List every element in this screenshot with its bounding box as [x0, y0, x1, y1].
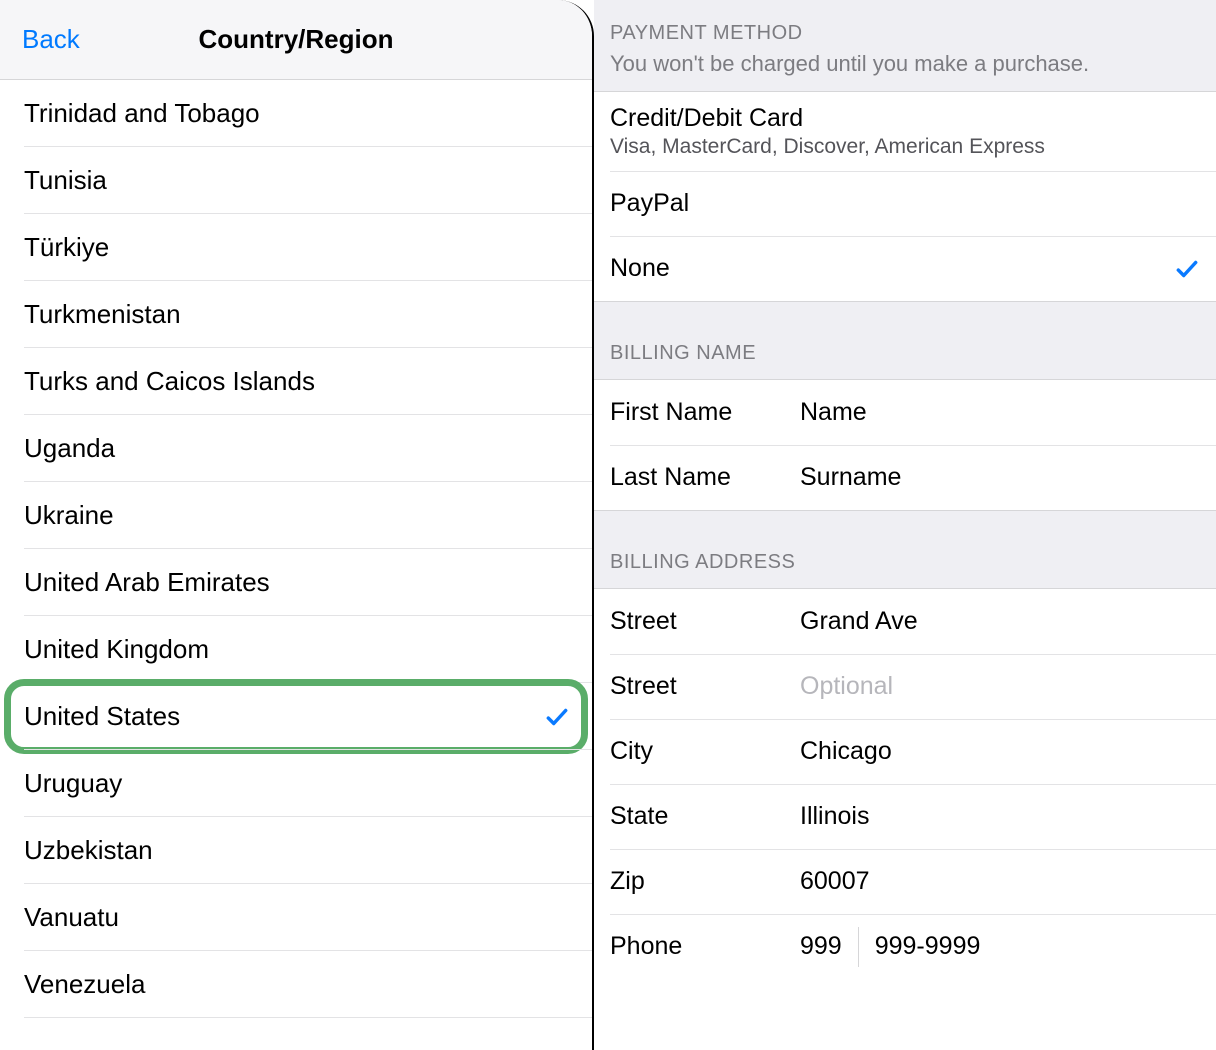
phone-value-wrap: 999 999-9999 — [800, 927, 980, 967]
country-row[interactable]: Venezuela — [0, 951, 592, 1018]
country-label: Venezuela — [24, 969, 145, 1000]
country-row[interactable]: Türkiye — [0, 214, 592, 281]
back-button[interactable]: Back — [22, 24, 80, 55]
country-label: Tunisia — [24, 165, 107, 196]
field-value[interactable]: Illinois — [800, 802, 869, 831]
country-row[interactable]: Uganda — [0, 415, 592, 482]
country-list[interactable]: Trinidad and Tobago Tunisia Türkiye Turkmen… — [0, 80, 592, 1050]
field-label: Last Name — [610, 463, 800, 492]
billing-name-group: First NameNameLast NameSurname — [594, 379, 1216, 511]
check-icon — [1174, 256, 1200, 282]
country-row[interactable]: Vanuatu — [0, 884, 592, 951]
section-title: BILLING ADDRESS — [610, 551, 1200, 574]
field-value[interactable]: Grand Ave — [800, 607, 918, 636]
payment-options-group: Credit/Debit CardVisa, MasterCard, Disco… — [594, 91, 1216, 302]
field-value[interactable]: Chicago — [800, 737, 892, 766]
form-row[interactable]: First NameName — [594, 380, 1216, 445]
billing-pane: PAYMENT METHOD You won't be charged unti… — [594, 0, 1216, 1050]
country-label: Türkiye — [24, 232, 109, 263]
phone-number[interactable]: 999-9999 — [875, 932, 981, 961]
form-row[interactable]: StateIllinois — [594, 784, 1216, 849]
form-row[interactable]: Last NameSurname — [594, 445, 1216, 510]
country-region-pane: Back Country/Region Trinidad and TobagoT… — [0, 0, 594, 1050]
country-row[interactable]: Uruguay — [0, 750, 592, 817]
nav-bar: Back Country/Region — [0, 0, 592, 80]
country-label: United Kingdom — [24, 634, 209, 665]
country-row[interactable]: Turks and Caicos Islands — [0, 348, 592, 415]
country-label: Uganda — [24, 433, 115, 464]
billing-address-header: BILLING ADDRESS — [594, 511, 1216, 588]
country-row[interactable]: Ukraine — [0, 482, 592, 549]
section-title: BILLING NAME — [610, 342, 1200, 365]
field-value[interactable]: Name — [800, 398, 867, 427]
check-icon — [544, 704, 570, 730]
payment-option-title: None — [610, 254, 670, 283]
field-label: State — [610, 802, 800, 831]
country-label: Vanuatu — [24, 902, 119, 933]
billing-name-header: BILLING NAME — [594, 302, 1216, 379]
payment-option[interactable]: PayPal — [594, 171, 1216, 236]
page-title: Country/Region — [199, 24, 394, 55]
field-value[interactable]: Surname — [800, 463, 901, 492]
country-row[interactable]: United States — [0, 683, 592, 750]
country-row[interactable]: Turkmenistan — [0, 281, 592, 348]
country-row[interactable]: United Arab Emirates — [0, 549, 592, 616]
section-subtitle: You won't be charged until you make a pu… — [610, 51, 1200, 77]
form-row[interactable]: StreetOptional — [594, 654, 1216, 719]
section-title: PAYMENT METHOD — [610, 22, 1200, 45]
country-label: United States — [24, 701, 180, 732]
form-row-phone[interactable]: Phone999 999-9999 — [594, 914, 1216, 979]
country-label: Uzbekistan — [24, 835, 153, 866]
country-row[interactable]: Trinidad and Tobago — [0, 80, 592, 147]
country-row[interactable]: United Kingdom — [0, 616, 592, 683]
form-row[interactable]: StreetGrand Ave — [594, 589, 1216, 654]
divider — [858, 927, 859, 967]
field-label: Zip — [610, 867, 800, 896]
country-row[interactable]: Tunisia — [0, 147, 592, 214]
field-placeholder[interactable]: Optional — [800, 672, 893, 701]
payment-option-sub: Visa, MasterCard, Discover, American Exp… — [610, 135, 1045, 159]
country-label: United Arab Emirates — [24, 567, 270, 598]
payment-option-title: Credit/Debit Card — [610, 104, 803, 133]
country-label: Ukraine — [24, 500, 114, 531]
country-label: Turks and Caicos Islands — [24, 366, 315, 397]
payment-option[interactable]: None — [594, 236, 1216, 301]
field-label: Phone — [610, 932, 800, 961]
form-row[interactable]: Zip60007 — [594, 849, 1216, 914]
payment-option-title: PayPal — [610, 189, 689, 218]
phone-area[interactable]: 999 — [800, 932, 842, 961]
field-label: City — [610, 737, 800, 766]
form-row[interactable]: CityChicago — [594, 719, 1216, 784]
billing-address-group: StreetGrand AveStreetOptionalCityChicago… — [594, 588, 1216, 979]
country-label: Turkmenistan — [24, 299, 181, 330]
payment-method-header: PAYMENT METHOD You won't be charged unti… — [594, 0, 1216, 91]
country-label: Trinidad and Tobago — [24, 98, 260, 129]
field-label: First Name — [610, 398, 800, 427]
field-label: Street — [610, 607, 800, 636]
field-value[interactable]: 60007 — [800, 867, 870, 896]
field-label: Street — [610, 672, 800, 701]
country-label: Uruguay — [24, 768, 122, 799]
payment-option[interactable]: Credit/Debit CardVisa, MasterCard, Disco… — [594, 92, 1216, 171]
country-row[interactable]: Uzbekistan — [0, 817, 592, 884]
